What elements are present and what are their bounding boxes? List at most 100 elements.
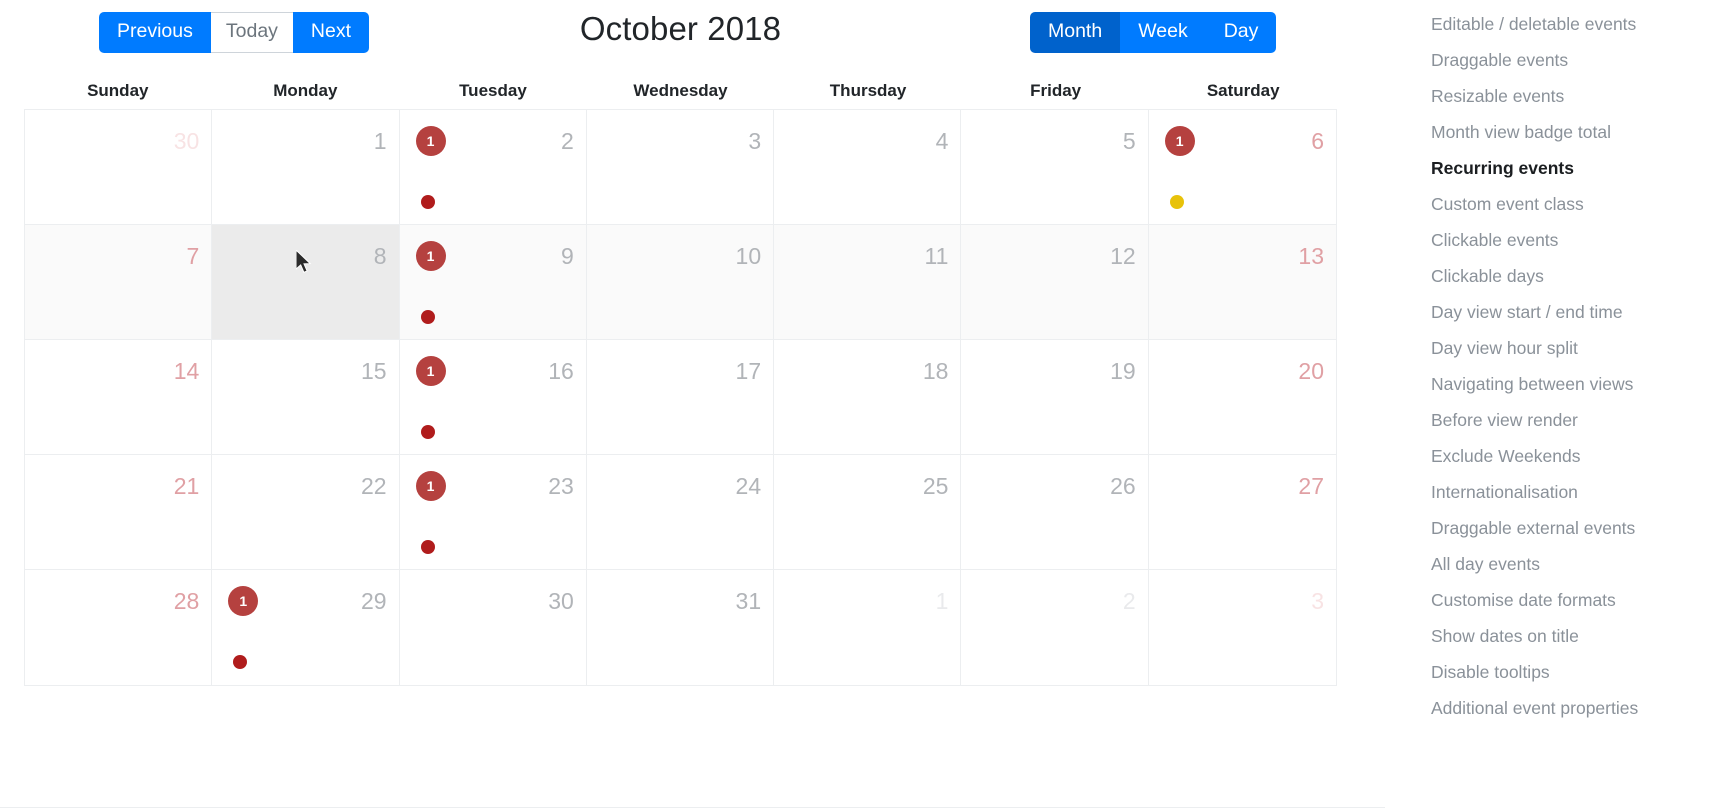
week-row: 28 1 29 30 31 1 2 3	[25, 570, 1336, 685]
day-cell[interactable]: 15	[212, 340, 400, 455]
event-count-badge[interactable]: 1	[415, 126, 446, 156]
day-cell[interactable]: 1	[774, 570, 962, 685]
day-number: 2	[1122, 588, 1136, 614]
sidebar-item[interactable]: Customise date formats	[1431, 582, 1726, 618]
day-cell[interactable]: 12	[399, 110, 587, 225]
weekday-header-row: Sunday Monday Tuesday Wednesday Thursday Frid…	[24, 73, 1337, 109]
sidebar-item[interactable]: Draggable external events	[1431, 510, 1726, 546]
sidebar-item[interactable]: Draggable events	[1431, 42, 1726, 78]
day-number: 12	[1110, 243, 1136, 269]
day-cell[interactable]: 19	[399, 225, 587, 340]
sidebar-item[interactable]: Resizable events	[1431, 78, 1726, 114]
day-number: 27	[1298, 473, 1324, 499]
day-number: 2	[561, 128, 574, 154]
day-number: 3	[1311, 588, 1324, 614]
day-number: 8	[373, 243, 387, 269]
week-row: 14 15 1 16 17 18 19 20	[25, 340, 1336, 455]
month-grid: 30 1 1 2 3 4 5 1 6 7 8 1 9 10 11 12 13 14 15 1 16 17 18 19 20 21 2…	[24, 109, 1337, 686]
event-marker-dot[interactable]	[420, 195, 435, 209]
event-count-badge[interactable]: 1	[415, 471, 446, 501]
day-cell[interactable]: 1 16	[399, 340, 587, 455]
sidebar-item[interactable]: Additional event properties	[1431, 690, 1726, 726]
day-number: 1	[935, 588, 949, 614]
day-cell[interactable]: 1 29	[212, 570, 400, 685]
day-cell[interactable]: 14	[25, 340, 213, 455]
day-cell[interactable]: 31	[586, 570, 775, 685]
event-marker-dot[interactable]	[420, 310, 435, 324]
event-count-badge[interactable]: 1	[415, 356, 446, 386]
day-cell[interactable]: 27	[1148, 455, 1336, 570]
sidebar-item[interactable]: Navigating between views	[1431, 366, 1726, 402]
day-cell[interactable]: 30	[25, 110, 213, 225]
day-number: 30	[173, 128, 200, 154]
day-cell[interactable]: 12	[961, 225, 1149, 340]
day-cell[interactable]: 25	[774, 455, 962, 570]
sidebar-item[interactable]: Custom event class	[1431, 186, 1726, 222]
day-cell[interactable]: 2	[961, 570, 1149, 685]
event-marker-dot[interactable]	[420, 540, 435, 554]
day-cell[interactable]: 26	[961, 455, 1149, 570]
day-cell[interactable]: 1 23	[399, 455, 587, 570]
day-cell[interactable]: 24	[586, 455, 775, 570]
day-cell[interactable]: 13	[1148, 225, 1336, 340]
sidebar-item[interactable]: Day view start / end time	[1431, 294, 1726, 330]
sidebar-item[interactable]: Show dates on title	[1431, 618, 1726, 654]
calendar-toolbar: Previous Today Next October 2018 Month W…	[0, 0, 1361, 73]
day-cell[interactable]: 1	[212, 110, 400, 225]
weekday-header-wednesday: Wednesday	[633, 81, 728, 100]
day-cell[interactable]: 10	[586, 225, 775, 340]
day-view-button[interactable]: Day	[1205, 12, 1277, 53]
sidebar-item[interactable]: Editable / deletable events	[1431, 6, 1726, 42]
sidebar-item[interactable]: Disable tooltips	[1431, 654, 1726, 690]
calendar-panel: Previous Today Next October 2018 Month W…	[0, 0, 1385, 808]
day-number: 23	[548, 473, 574, 499]
day-cell[interactable]: 3	[586, 110, 775, 225]
day-cell[interactable]: 21	[25, 455, 213, 570]
calendar-container: Previous Today Next October 2018 Month W…	[0, 0, 1361, 686]
day-number: 14	[173, 358, 200, 384]
day-cell[interactable]: 5	[961, 110, 1149, 225]
event-marker-dot[interactable]	[420, 425, 435, 439]
sidebar-item[interactable]: Clickable days	[1431, 258, 1726, 294]
sidebar-item[interactable]: Day view hour split	[1431, 330, 1726, 366]
sidebar-item[interactable]: Internationalisation	[1431, 474, 1726, 510]
event-count-badge[interactable]: 1	[1164, 126, 1195, 156]
sidebar-item[interactable]: Recurring events	[1431, 150, 1726, 186]
day-cell[interactable]: 17	[586, 340, 775, 455]
day-cell[interactable]: 30	[399, 570, 587, 685]
day-number: 25	[922, 473, 949, 499]
day-number: 18	[922, 358, 949, 384]
week-view-button[interactable]: Week	[1120, 12, 1206, 53]
day-cell[interactable]: 28	[25, 570, 213, 685]
day-cell[interactable]: 16	[1148, 110, 1336, 225]
week-row: 21 22 1 23 24 25 26 27	[25, 455, 1336, 570]
sidebar-item[interactable]: Exclude Weekends	[1431, 438, 1726, 474]
event-marker-dot[interactable]	[233, 655, 248, 669]
weekday-header-sunday: Sunday	[87, 81, 149, 100]
sidebar-item[interactable]: Clickable events	[1431, 222, 1726, 258]
day-cell[interactable]: 20	[1148, 340, 1336, 455]
sidebar-item[interactable]: Before view render	[1431, 402, 1726, 438]
day-number: 19	[1110, 358, 1136, 384]
day-cell[interactable]: 19	[961, 340, 1149, 455]
weekday-header-friday: Friday	[1030, 81, 1082, 100]
day-cell[interactable]: 11	[774, 225, 962, 340]
day-number: 29	[360, 588, 387, 614]
month-view-button[interactable]: Month	[1030, 12, 1121, 53]
day-cell[interactable]: 3	[1148, 570, 1336, 685]
event-count-badge[interactable]: 1	[415, 241, 446, 271]
event-marker-dot[interactable]	[1169, 195, 1184, 209]
sidebar-item[interactable]: All day events	[1431, 546, 1726, 582]
day-cell[interactable]: 7	[25, 225, 213, 340]
day-cell[interactable]: 22	[212, 455, 400, 570]
sidebar-item[interactable]: Month view badge total	[1431, 114, 1726, 150]
weekday-header-thursday: Thursday	[829, 81, 907, 100]
day-number: 24	[735, 473, 762, 499]
day-cell[interactable]: 4	[774, 110, 962, 225]
day-cell[interactable]: 18	[774, 340, 962, 455]
day-number: 7	[186, 243, 200, 269]
event-count-badge[interactable]: 1	[228, 586, 259, 616]
weekday-header-tuesday: Tuesday	[459, 81, 527, 100]
day-cell[interactable]: 8	[212, 225, 400, 340]
day-number: 21	[173, 473, 200, 499]
